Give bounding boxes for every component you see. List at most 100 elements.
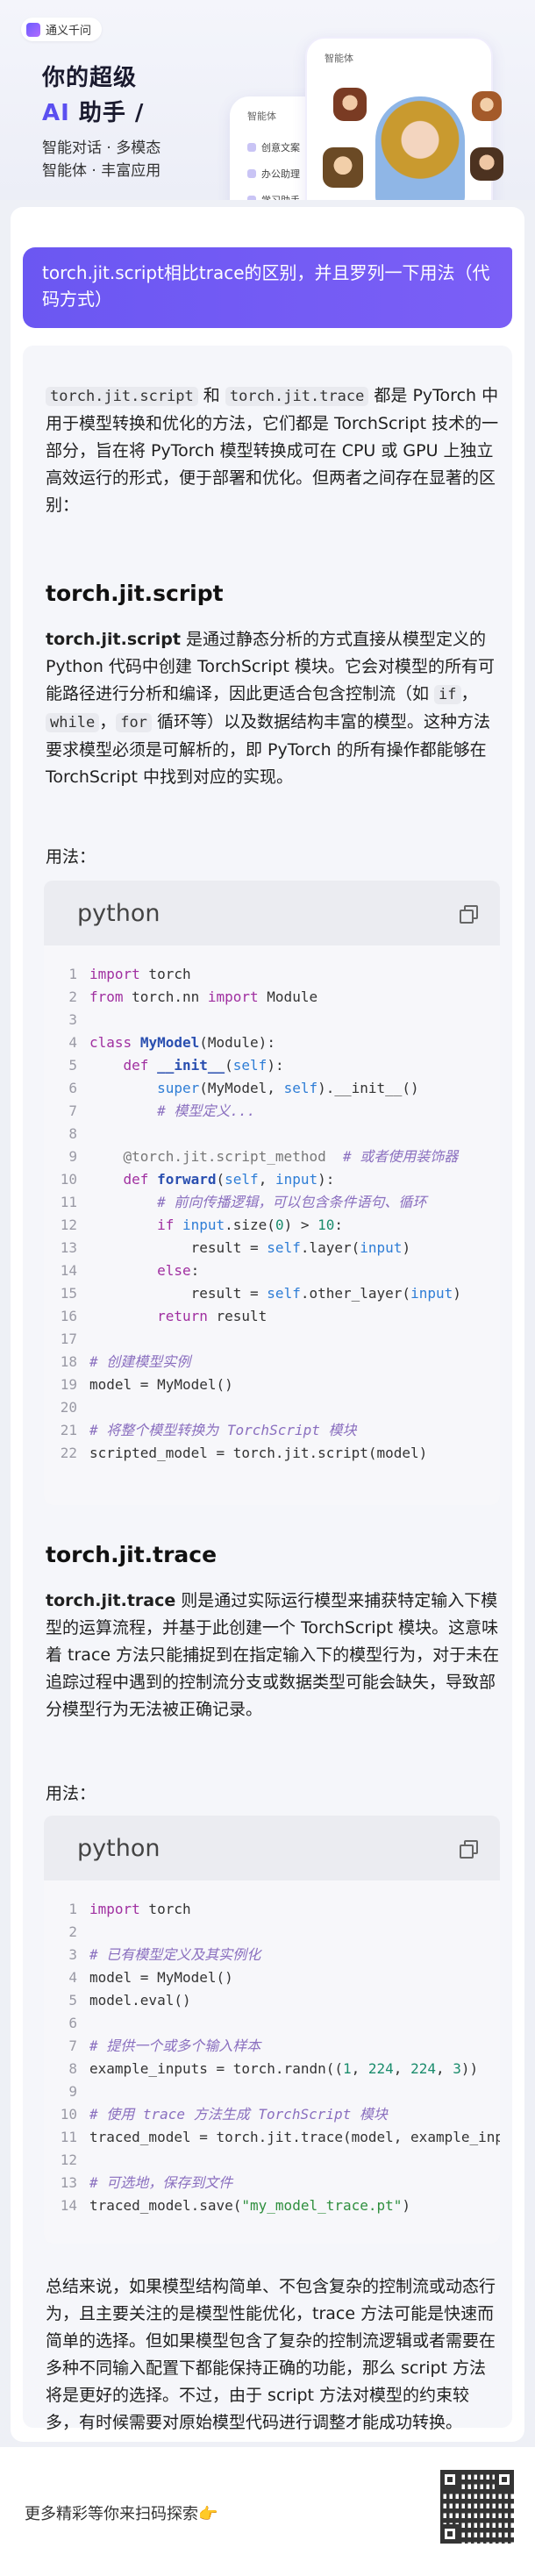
feature-line1: 智能对话 · 多模态 [42,139,161,157]
inline-code: for [116,713,152,732]
phone-back-title: 智能体 [247,111,276,122]
line-number: 14 [60,2197,77,2214]
trace-term: torch.jit.trace [46,1591,176,1610]
code-line: 14 traced_model.save("my_model_trace.pt") [44,2194,500,2217]
section-heading-script: torch.jit.script [46,581,224,606]
code-text: if input.size(0) > 10: [157,1217,344,1233]
code-text: traced_model = torch.jit.trace(model, ex… [89,2129,500,2145]
code-line: 19 model = MyModel() [44,1374,500,1396]
line-number: 4 [68,1969,77,1986]
code-text: import torch [89,966,191,982]
code-text: model.eval() [89,1992,191,2009]
code-text: # 将整个模型转换为 TorchScript 模块 [89,1422,357,1438]
copy-icon[interactable] [458,904,478,924]
app-logo[interactable]: 通义千问 [21,18,103,41]
code-line: 4 class MyModel(Module): [44,1031,500,1054]
code-text: # 创建模型实例 [89,1353,191,1370]
line-number: 12 [60,1217,77,1233]
avatar-image [323,147,363,188]
line-number: 7 [68,2037,77,2054]
usage-label: 用法： [46,847,96,867]
phone-back-item: 办公助理 [247,167,300,181]
code-text: def __init__(self): [123,1057,284,1074]
code-line: 13 # 可选地，保存到文件 [44,2172,500,2194]
code-line: 10 def forward(self, input): [44,1168,500,1191]
line-number: 3 [68,1946,77,1963]
code-line: 14 else: [44,1259,500,1282]
assistant-answer: torch.jit.script 和 torch.jit.trace 都是 Py… [23,346,512,2432]
avatar-image [470,147,503,181]
line-number: 1 [68,1901,77,1917]
code-line: 18 # 创建模型实例 [44,1351,500,1374]
code-line: 13 result = self.layer(input) [44,1237,500,1259]
code-block-script: python 1 import torch 2 from torch.nn impor… [44,881,500,1505]
code-block-trace: python 1 import torch 2 3 # 已有模型定义及其实例化 4 mode… [44,1816,500,2244]
inline-code: torch.jit.trace [225,387,369,406]
code-text: # 已有模型定义及其实例化 [89,1946,261,1963]
code-line: 21 # 将整个模型转换为 TorchScript 模块 [44,1419,500,1442]
code-text: # 提供一个或多个输入样本 [89,2037,261,2054]
tagline-line1: 你的超级 [42,65,138,91]
tagline-line2: AI 助手 / [42,95,144,127]
conclusion-paragraph: 总结来说，如果模型结构简单、不包含复杂的控制流或动态行为，且主要关注的是模型性能… [46,2277,496,2432]
code-line: 15 result = self.other_layer(input) [44,1282,500,1305]
usage-label: 用法： [46,1784,96,1803]
code-text: import torch [89,1901,191,1917]
footer: 更多精彩等你来扫码探索👉 [0,2447,535,2576]
code-line: 3 # 已有模型定义及其实例化 [44,1944,500,1966]
qr-code[interactable] [440,2470,514,2544]
portrait-image [375,96,465,200]
line-number: 6 [68,1080,77,1096]
promo-banner: 通义千问 你的超级 AI 助手 / 智能对话 · 多模态 智能体 · 丰富应用 … [0,0,535,200]
code-text: result = self.other_layer(input) [89,1285,461,1302]
line-number: 20 [60,1399,77,1416]
tagline-assistant: 助手 / [69,100,145,126]
code-text: @torch.jit.script_method # 或者使用装饰器 [123,1148,459,1165]
inline-code: if [434,685,461,704]
code-text: # 模型定义... [157,1102,256,1119]
line-number: 5 [68,1057,77,1074]
code-text: model = MyModel() [89,1969,233,1986]
line-number: 14 [60,1262,77,1279]
user-question-bubble: torch.jit.script相比trace的区别，并且罗列一下用法（代码方式… [23,247,512,328]
code-line: 9 @torch.jit.script_method # 或者使用装饰器 [44,1145,500,1168]
code-line: 9 [44,2080,500,2103]
code-line: 17 [44,1328,500,1351]
code-line: 11 traced_model = torch.jit.trace(model, … [44,2126,500,2149]
line-number: 11 [60,1194,77,1210]
code-line: 4 model = MyModel() [44,1966,500,1989]
code-line: 5 model.eval() [44,1989,500,2012]
code-text: model = MyModel() [89,1376,233,1393]
copy-icon[interactable] [458,1839,478,1859]
line-number: 12 [60,2151,77,2168]
code-line: 3 [44,1009,500,1031]
code-text: example_inputs = torch.randn((1, 224, 22… [89,2060,479,2077]
line-number: 10 [60,2106,77,2123]
phone-front-title: 智能体 [325,53,353,64]
code-line: 1 import torch [44,1898,500,1921]
line-number: 19 [60,1376,77,1393]
code-line: 8 example_inputs = torch.randn((1, 224, 2… [44,2058,500,2080]
code-line: 1 import torch [44,963,500,986]
code-text: result = self.layer(input) [89,1239,411,1256]
code-line: 5 def __init__(self): [44,1054,500,1077]
code-text: scripted_model = torch.jit.script(model) [89,1445,428,1461]
script-paragraph: torch.jit.script 是通过静态分析的方式直接从模型定义的 Pyth… [46,630,495,787]
section-heading-trace: torch.jit.trace [46,1542,218,1567]
line-number: 8 [68,2060,77,2077]
line-number: 1 [68,966,77,982]
line-number: 6 [68,2015,77,2031]
tagline-ai: AI [42,100,70,126]
code-line: 2 from torch.nn import Module [44,986,500,1009]
footer-text: 更多精彩等你来扫码探索👉 [25,2505,218,2523]
line-number: 17 [60,1331,77,1347]
code-text: super(MyModel, self).__init__() [157,1080,419,1096]
avatar-image [333,88,367,121]
line-number: 13 [60,1239,77,1256]
line-number: 10 [60,1171,77,1188]
code-text: # 使用 trace 方法生成 TorchScript 模块 [89,2106,388,2123]
code-line: 10 # 使用 trace 方法生成 TorchScript 模块 [44,2103,500,2126]
line-number: 9 [68,2083,77,2100]
code-line: 6 super(MyModel, self).__init__() [44,1077,500,1100]
line-number: 2 [68,1923,77,1940]
